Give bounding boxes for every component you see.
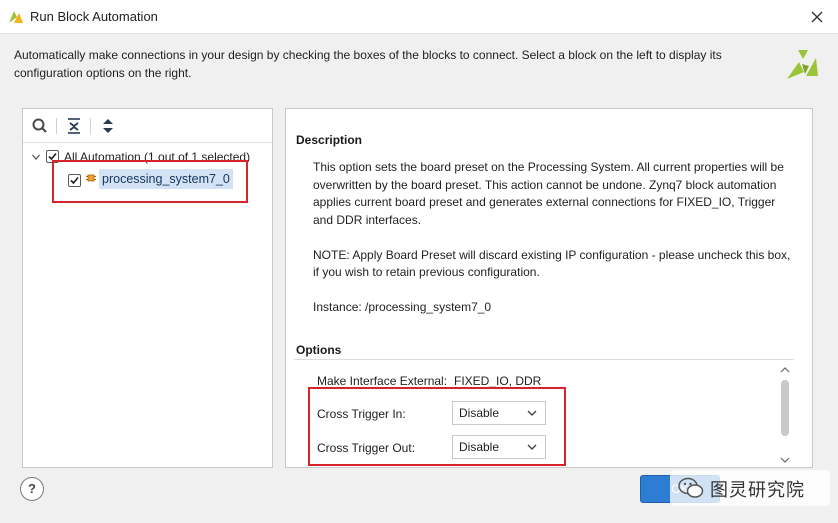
chevron-down-icon[interactable] [31, 152, 41, 162]
check-icon [48, 152, 57, 161]
chevron-down-icon [527, 444, 537, 450]
tree-toolbar [23, 109, 272, 143]
configuration-panel: Description This option sets the board p… [285, 108, 813, 468]
search-icon[interactable] [30, 116, 50, 136]
cross-trigger-out-select[interactable]: Disable [452, 435, 546, 459]
cross-trigger-in-select[interactable]: Disable [452, 401, 546, 425]
collapse-all-icon[interactable] [64, 116, 84, 136]
chip-icon [86, 174, 96, 182]
cross-trigger-out-label: Cross Trigger Out: [317, 441, 416, 455]
scroll-thumb[interactable] [781, 380, 789, 436]
options-divider [294, 359, 794, 360]
options-heading: Options [296, 343, 342, 357]
watermark-text: 图灵研究院 [710, 480, 805, 500]
window-title: Run Block Automation [30, 9, 158, 24]
options-scrollbar[interactable] [778, 364, 792, 468]
make-interface-value: FIXED_IO, DDR [454, 374, 542, 388]
automation-tree-panel: All Automation (1 out of 1 selected) [22, 108, 273, 468]
description-heading: Description [296, 133, 363, 147]
wechat-icon [678, 477, 704, 498]
all-automation-checkbox[interactable] [46, 150, 59, 163]
xilinx-logo-icon [787, 50, 818, 79]
all-automation-label[interactable]: All Automation (1 out of 1 selected) [64, 147, 250, 167]
note-paragraph: NOTE: Apply Board Preset will discard ex… [313, 247, 791, 280]
make-interface-label: Make Interface External: [317, 374, 448, 388]
toolbar-divider [90, 118, 91, 134]
instance-paragraph: Instance: /processing_system7_0 [313, 300, 492, 314]
help-button[interactable]: ? [20, 477, 44, 501]
chevron-down-icon [527, 410, 537, 416]
check-icon [70, 176, 79, 185]
cross-trigger-in-label: Cross Trigger In: [317, 407, 406, 421]
description-paragraph: This option sets the board preset on the… [313, 160, 784, 227]
cross-trigger-out-value: Disable [459, 440, 500, 454]
scroll-down-icon[interactable] [780, 456, 790, 464]
processing-system-label[interactable]: processing_system7_0 [99, 169, 233, 189]
toolbar-divider [56, 118, 57, 134]
intro-text: Automatically make connections in your d… [14, 48, 722, 80]
cross-trigger-in-value: Disable [459, 406, 500, 420]
watermark: 图灵研究院 [670, 470, 830, 506]
title-bar: Run Block Automation [0, 0, 838, 34]
expand-all-icon[interactable] [98, 116, 118, 136]
close-icon[interactable] [806, 6, 828, 28]
processing-system-checkbox[interactable] [68, 174, 81, 187]
description-text: This option sets the board preset on the… [313, 159, 793, 334]
app-logo-icon [9, 11, 23, 23]
scroll-up-icon[interactable] [780, 366, 790, 374]
